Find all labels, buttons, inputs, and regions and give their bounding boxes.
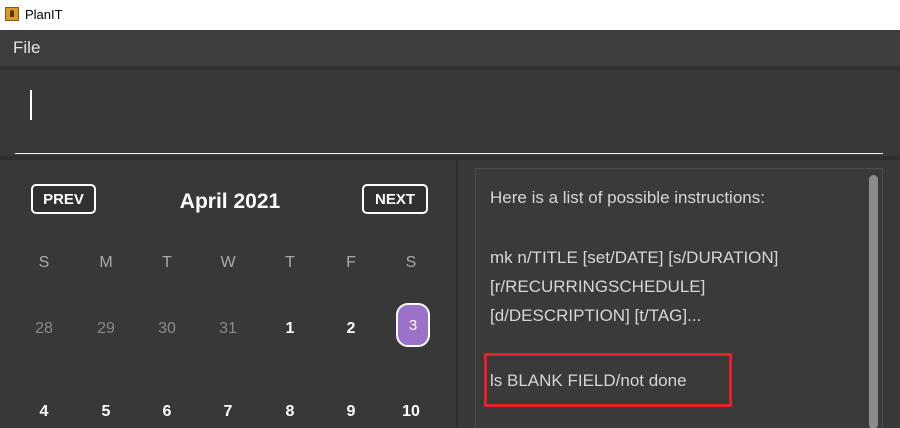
calendar-day[interactable]: 28 — [24, 320, 64, 338]
next-month-button[interactable]: NEXT — [362, 184, 428, 214]
calendar-day[interactable]: 7 — [208, 403, 248, 421]
window-title: PlanIT — [25, 7, 63, 22]
weekday-fri: F — [346, 254, 356, 271]
calendar-day[interactable]: 10 — [391, 403, 431, 421]
window-titlebar: PlanIT — [0, 0, 900, 30]
prev-month-button[interactable]: PREV — [31, 184, 96, 214]
calendar-day[interactable]: 1 — [270, 320, 310, 338]
weekday-sun: S — [38, 254, 50, 271]
weekday-sat: S — [405, 254, 417, 271]
calendar-panel: PREV April 2021 NEXT S M T W T F S 28 29… — [0, 160, 458, 428]
calendar-day[interactable]: 29 — [86, 320, 126, 338]
calendar-day[interactable]: 5 — [86, 403, 126, 421]
weekday-tue: T — [162, 254, 172, 271]
command-input[interactable] — [15, 78, 883, 154]
calendar-month-title: April 2021 — [179, 190, 281, 213]
calendar-day[interactable]: 4 — [24, 403, 64, 421]
help-scrollbar[interactable] — [869, 175, 878, 428]
weekday-wed: W — [220, 254, 236, 271]
calendar-day[interactable]: 30 — [147, 320, 187, 338]
weekday-thu: T — [285, 254, 295, 271]
calendar-day[interactable]: 9 — [331, 403, 371, 421]
app-icon — [5, 7, 19, 21]
weekday-mon: M — [99, 254, 113, 271]
calendar-day[interactable]: 6 — [147, 403, 187, 421]
highlight-box — [484, 353, 732, 407]
text-caret — [30, 90, 32, 120]
help-intro: Here is a list of possible instructions: — [490, 188, 765, 207]
help-mk-line1: mk n/TITLE [set/DATE] [s/DURATION] — [490, 248, 779, 267]
help-panel: Here is a list of possible instructions:… — [475, 168, 883, 428]
command-area — [0, 66, 900, 156]
menu-bar: File — [0, 30, 900, 66]
calendar-day[interactable]: 8 — [270, 403, 310, 421]
calendar-day[interactable]: 2 — [331, 320, 371, 338]
calendar-day[interactable]: 31 — [208, 320, 248, 338]
main-area: PREV April 2021 NEXT S M T W T F S 28 29… — [0, 156, 900, 428]
help-mk-line3: [d/DESCRIPTION] [t/TAG]... — [490, 306, 702, 325]
calendar-day-selected[interactable]: 3 — [396, 303, 430, 347]
menu-file[interactable]: File — [13, 38, 40, 58]
help-mk-line2: [r/RECURRINGSCHEDULE] — [490, 277, 706, 296]
